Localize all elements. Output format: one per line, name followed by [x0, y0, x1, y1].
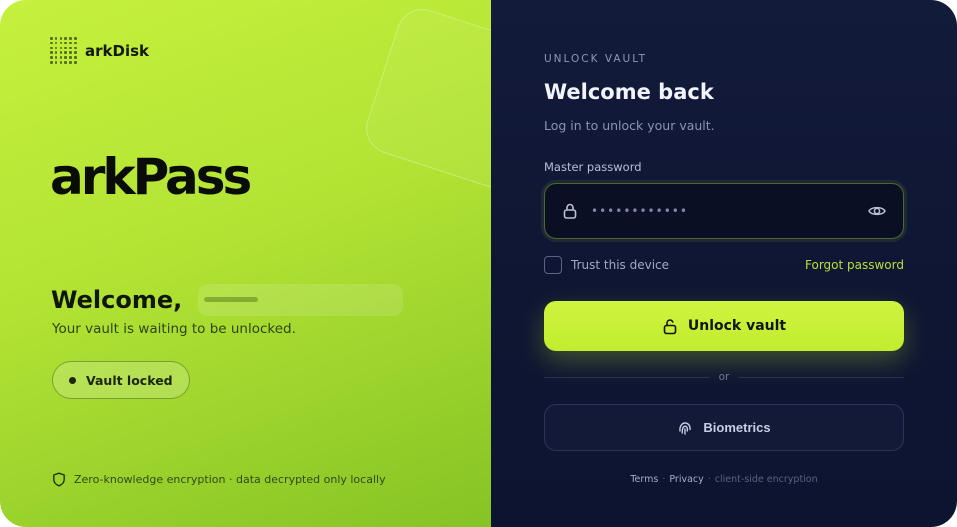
brand-name: arkDisk	[85, 41, 149, 60]
dot-grid-icon	[50, 37, 77, 64]
lock-icon	[563, 203, 577, 219]
password-field[interactable]	[544, 183, 904, 239]
product-logo-wordmark: arkPass	[50, 148, 252, 206]
user-name-placeholder	[198, 284, 404, 316]
vault-status-label: Vault locked	[86, 372, 173, 388]
brand-header: arkDisk	[50, 37, 149, 64]
welcome-heading-row: Welcome,	[51, 284, 404, 316]
login-subtitle: Log in to unlock your vault.	[544, 118, 715, 133]
encryption-footnote: client-side encryption	[714, 474, 818, 485]
password-input[interactable]	[591, 204, 867, 218]
login-title: Welcome back	[544, 80, 714, 104]
checkbox-box[interactable]	[544, 256, 562, 274]
unlock-icon	[663, 318, 677, 334]
login-panel: UNLOCK VAULT Welcome back Log in to unlo…	[491, 0, 957, 527]
app-window: arkDisk arkPass Welcome, Your vault is w…	[0, 0, 957, 527]
unlock-vault-button[interactable]: Unlock vault	[544, 301, 904, 351]
password-label: Master password	[544, 160, 642, 174]
biometrics-button[interactable]: Biometrics	[544, 404, 904, 451]
vault-status-badge: Vault locked	[52, 361, 190, 399]
welcome-heading: Welcome,	[51, 286, 183, 314]
decorative-card-shape	[359, 2, 491, 204]
or-divider: or	[544, 370, 904, 384]
divider-label: or	[718, 371, 730, 383]
legal-links: Terms · Privacy · client-side encryption	[630, 474, 818, 485]
fingerprint-icon	[679, 421, 692, 435]
encryption-note: Zero-knowledge encryption · data decrypt…	[52, 472, 386, 487]
trust-device-checkbox[interactable]: Trust this device	[544, 256, 669, 274]
terms-link[interactable]: Terms	[630, 474, 658, 485]
privacy-link[interactable]: Privacy	[669, 474, 703, 485]
welcome-subtext: Your vault is waiting to be unlocked.	[52, 321, 296, 337]
brand-panel: arkDisk arkPass Welcome, Your vault is w…	[0, 0, 491, 527]
forgot-password-link[interactable]: Forgot password	[805, 258, 904, 272]
eye-icon[interactable]	[867, 201, 887, 221]
biometrics-label: Biometrics	[703, 420, 771, 435]
trust-device-label: Trust this device	[571, 258, 670, 272]
status-dot-icon	[69, 376, 76, 384]
unlock-vault-label: Unlock vault	[687, 318, 787, 334]
login-eyebrow: UNLOCK VAULT	[544, 53, 648, 65]
shield-icon	[53, 472, 65, 487]
encryption-note-text: Zero-knowledge encryption · data decrypt…	[74, 473, 386, 486]
